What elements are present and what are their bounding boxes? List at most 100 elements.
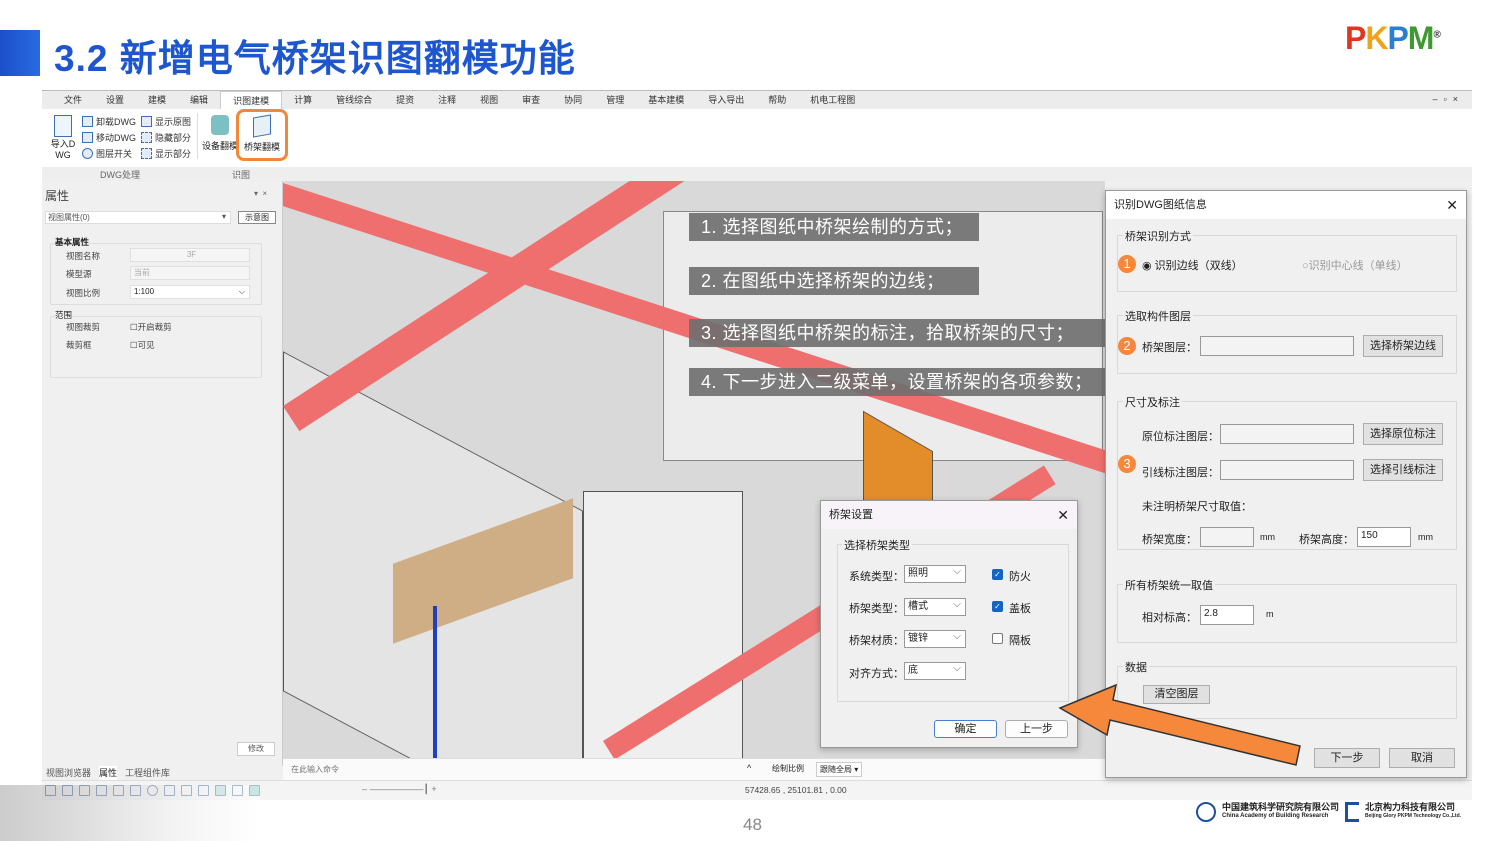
move-dwg-button[interactable]: 移动DWG [82, 131, 136, 144]
pkpm-logo: PKPM® [1345, 20, 1441, 56]
origin-layer-label: 原位标注图层： [1142, 431, 1219, 443]
cover-checkbox[interactable]: ✓ [992, 601, 1003, 612]
menu-manage[interactable]: 管理 [594, 91, 636, 109]
menu-pipe[interactable]: 管线综合 [324, 91, 384, 109]
draw-scale-select[interactable]: 跟随全局 ▾ [816, 762, 863, 777]
org2-name: 北京构力科技有限公司 [1365, 802, 1456, 812]
menu-calc[interactable]: 计算 [282, 91, 324, 109]
properties-selector[interactable]: 视图属性(0) ▾ [45, 211, 231, 224]
radio-edge[interactable]: ◉ 识别边线（双线） [1142, 257, 1243, 273]
close-icon[interactable]: ✕ [1446, 191, 1458, 219]
system-type-label: 系统类型： [849, 571, 904, 583]
partition-checkbox[interactable] [992, 633, 1003, 644]
blue-pipe [433, 606, 437, 758]
elevation-unit: m [1266, 609, 1274, 619]
menu-review[interactable]: 审查 [510, 91, 552, 109]
radio-center[interactable]: ○识别中心线（单线） [1302, 257, 1408, 273]
panel-tabs: 视图浏览器 属性 工程组件库 [42, 766, 283, 780]
crop-label: 视图裁剪 [66, 322, 101, 332]
menu-collab[interactable]: 协同 [552, 91, 594, 109]
diagram-button[interactable]: 示意图 [238, 211, 276, 224]
menu-bar: 文件 设置 建模 编辑 识图建模 计算 管线综合 提资 注释 视图 审查 协同 … [42, 91, 1472, 109]
cancel-button[interactable]: 取消 [1389, 748, 1455, 768]
origin-layer-input[interactable] [1220, 424, 1354, 444]
command-input[interactable] [291, 762, 741, 777]
command-bar: ^ 绘制比例 跟随全局 ▾ [283, 758, 1105, 780]
step-badge-1: 1 [1118, 255, 1136, 273]
move-dwg-icon [82, 132, 93, 143]
import-dwg-label: 导入DWG [50, 139, 76, 160]
menu-view[interactable]: 视图 [468, 91, 510, 109]
expand-icon[interactable]: ^ [747, 763, 751, 773]
hide-part-icon [141, 132, 152, 143]
tab-component-library[interactable]: 工程组件库 [125, 766, 170, 780]
menu-modeling[interactable]: 建模 [136, 91, 178, 109]
tab-properties[interactable]: 属性 [99, 766, 118, 780]
menu-recognize-modeling[interactable]: 识图建模 [220, 91, 283, 109]
material-select[interactable]: 镀锌 [904, 629, 966, 648]
step-label-2: 2. 在图纸中选择桥架的边线； [689, 267, 979, 295]
dialog-title: 桥架设置 [829, 509, 873, 521]
unload-dwg-button[interactable]: 卸载DWG [82, 115, 136, 128]
window-controls[interactable]: –▫× [1433, 94, 1464, 104]
fireproof-label: 防火 [1009, 571, 1031, 583]
crop-checkbox[interactable]: ☐开启裁剪 [130, 321, 172, 333]
tray-type-select[interactable]: 槽式 [904, 597, 966, 616]
leader-layer-input[interactable] [1220, 460, 1354, 480]
move-dwg-label: 移动DWG [96, 133, 136, 143]
fireproof-checkbox[interactable]: ✓ [992, 569, 1003, 580]
equipment-model-button[interactable]: 设备翻模 [202, 115, 238, 152]
align-select[interactable]: 底 [904, 661, 966, 680]
tray-model-button[interactable]: 桥架翻模 [236, 109, 288, 161]
menu-provide[interactable]: 提资 [384, 91, 426, 109]
menu-mep-drawing[interactable]: 机电工程图 [798, 91, 867, 109]
page-number: 48 [743, 815, 762, 834]
select-origin-button[interactable]: 选择原位标注 [1363, 423, 1443, 445]
modify-button[interactable]: 修改 [237, 742, 275, 756]
hide-part-button[interactable]: 隐藏部分 [141, 131, 191, 144]
draw-scale-value: 跟随全局 [820, 765, 852, 774]
width-input[interactable] [1200, 527, 1254, 547]
decorative-footer-image [0, 785, 260, 841]
coordinate-readout: 57428.65 , 25101.81 , 0.00 [745, 785, 847, 795]
height-input[interactable]: 150 [1357, 527, 1411, 547]
tray-type-label: 桥架类型： [849, 603, 904, 615]
ok-button[interactable]: 确定 [934, 720, 997, 738]
menu-settings[interactable]: 设置 [94, 91, 136, 109]
tab-view-browser[interactable]: 视图浏览器 [46, 766, 91, 780]
system-type-select[interactable]: 照明 [904, 564, 966, 583]
show-part-label: 显示部分 [155, 149, 192, 159]
view-name-field[interactable]: 3F [130, 248, 250, 262]
select-leader-button[interactable]: 选择引线标注 [1363, 459, 1443, 481]
zoom-slider[interactable]: – ——————┃ + [362, 784, 437, 795]
show-original-button[interactable]: 显示原图 [141, 115, 191, 128]
crop-box-checkbox[interactable]: ☐可见 [130, 339, 155, 351]
close-icon[interactable]: ✕ [1057, 501, 1069, 529]
select-edge-button[interactable]: 选择桥架边线 [1363, 335, 1443, 357]
range-group-title: 范围 [55, 309, 73, 321]
layer-switch-button[interactable]: 图层开关 [82, 147, 132, 160]
radio-center-label: 识别中心线（单线） [1308, 260, 1408, 272]
scale-select[interactable]: 1:100 ⌵ [130, 285, 250, 299]
menu-annotate[interactable]: 注释 [426, 91, 468, 109]
menu-help[interactable]: 帮助 [756, 91, 798, 109]
menu-basic-modeling[interactable]: 基本建模 [636, 91, 696, 109]
menu-import-export[interactable]: 导入导出 [696, 91, 756, 109]
basic-group-title: 基本属性 [55, 236, 90, 248]
import-dwg-button[interactable]: 导入DWG [50, 115, 76, 161]
slide-title: 3.2 新增电气桥架识图翻模功能 [54, 38, 576, 79]
tray-layer-input[interactable] [1200, 336, 1354, 356]
material-label: 桥架材质： [849, 635, 904, 647]
menu-file[interactable]: 文件 [52, 91, 94, 109]
panel-controls[interactable]: ▾ × [254, 189, 267, 198]
next-step-button[interactable]: 下一步 [1314, 748, 1380, 768]
show-part-button[interactable]: 显示部分 [141, 147, 191, 160]
layer-icon [82, 148, 93, 159]
model-source-field: 当前 [130, 266, 250, 280]
unload-dwg-label: 卸载DWG [96, 117, 136, 127]
ribbon-group-labels: DWG处理 识图 [42, 167, 1472, 181]
elevation-input[interactable]: 2.8 [1200, 605, 1254, 625]
view-name-label: 视图名称 [66, 251, 101, 261]
unmarked-size-label: 未注明桥架尺寸取值： [1142, 501, 1252, 513]
menu-edit[interactable]: 编辑 [178, 91, 220, 109]
